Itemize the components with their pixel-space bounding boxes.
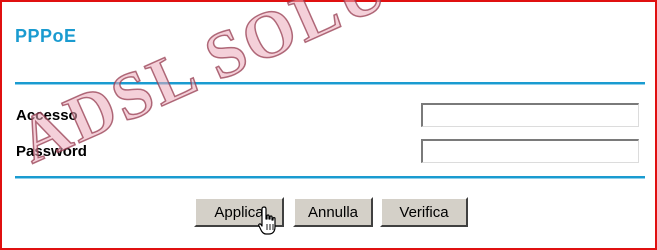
divider-bottom (15, 176, 645, 179)
access-label: Accesso (16, 107, 78, 124)
divider-top (15, 82, 645, 85)
password-label: Password (16, 143, 87, 160)
page-title: PPPoE (15, 26, 77, 46)
cancel-button[interactable]: Annulla (293, 197, 373, 227)
apply-button[interactable]: Applica (194, 197, 284, 227)
verify-button[interactable]: Verifica (380, 197, 468, 227)
access-input[interactable] (421, 103, 639, 127)
dialog-frame: PPPoE Accesso Password Applica Annulla V… (0, 0, 657, 250)
password-input[interactable] (421, 139, 639, 163)
